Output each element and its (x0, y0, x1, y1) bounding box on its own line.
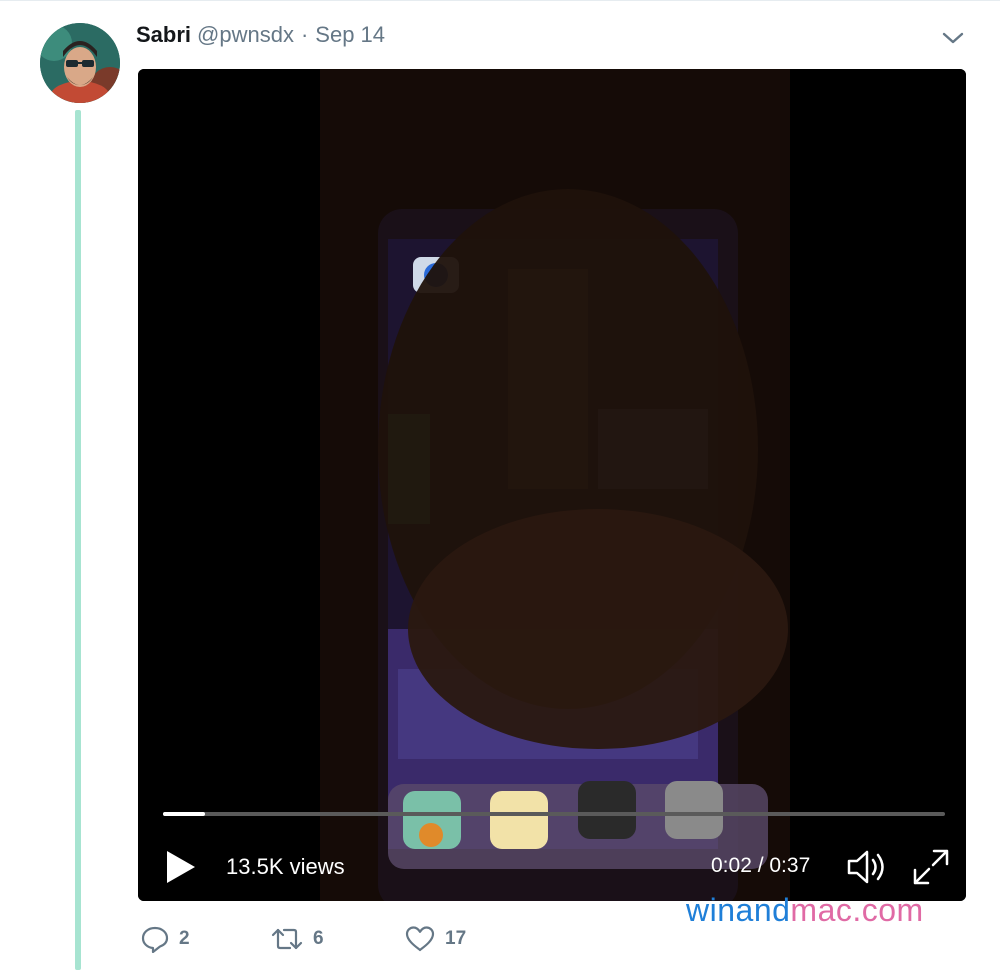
header-separator: · (300, 22, 309, 47)
thread-connector-line (75, 110, 81, 970)
like-button[interactable]: 17 (405, 922, 466, 956)
retweet-button[interactable]: 6 (271, 922, 324, 956)
author-name[interactable]: Sabri (136, 22, 191, 48)
fullscreen-icon[interactable] (910, 847, 952, 887)
progress-fill (163, 812, 206, 816)
video-frame (138, 69, 966, 901)
reply-icon (141, 926, 169, 953)
watermark-part-1: winand (686, 892, 791, 928)
tweet-header: Sabri @pwnsdx · Sep 14 (136, 22, 385, 50)
progress-bar[interactable] (163, 812, 945, 816)
video-time: 0:02 / 0:37 (711, 854, 811, 877)
play-icon[interactable] (164, 849, 198, 885)
volume-icon[interactable] (846, 847, 890, 887)
reply-button[interactable]: 2 (141, 922, 190, 956)
retweet-icon (271, 928, 303, 950)
video-player[interactable]: 13.5K views 0:02 / 0:37 (138, 69, 966, 901)
like-count: 17 (445, 928, 467, 949)
avatar-image (40, 23, 120, 103)
watermark: winandmac.com (686, 892, 924, 929)
retweet-count: 6 (313, 928, 324, 949)
avatar[interactable] (40, 23, 120, 103)
author-handle[interactable]: @pwnsdx (197, 22, 294, 48)
view-count: 13.5K views (226, 854, 345, 879)
heart-icon (405, 926, 435, 952)
reply-count: 2 (179, 928, 190, 949)
chevron-down-icon[interactable] (940, 26, 966, 48)
watermark-part-2: mac.com (790, 892, 924, 928)
top-divider (0, 0, 1000, 1)
tweet-date[interactable]: Sep 14 (315, 22, 385, 48)
